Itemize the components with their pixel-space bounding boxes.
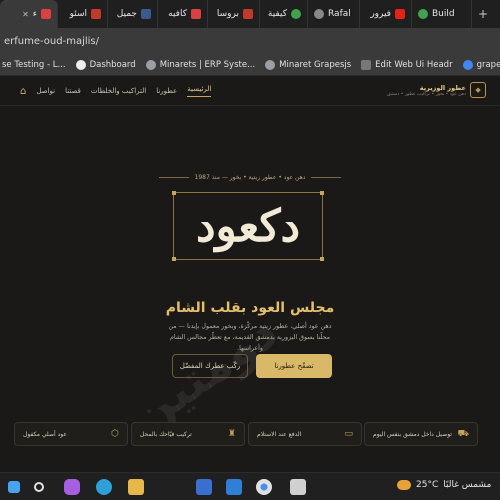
bookmark-item[interactable]: se Testing - L... <box>2 60 66 70</box>
tab-label: كيفية <box>267 9 287 19</box>
browser-tab-active[interactable]: ء ✕ <box>0 0 58 28</box>
globe-icon <box>145 59 156 70</box>
weather-temp: 25°C <box>416 480 439 490</box>
bookmark-item[interactable]: grapesjs - بحث Goo <box>462 59 500 70</box>
github-icon <box>75 59 86 70</box>
feature-delivery: ⛟ توصيل داخل دمشق بنفس اليوم <box>364 422 478 446</box>
money-icon: ▭ <box>344 429 353 439</box>
nav-link-story[interactable]: قصتنا <box>65 87 81 95</box>
feature-label: تركيب فيّاحك بالمحل <box>140 430 192 438</box>
bookmark-item[interactable]: Minaret Grapesjs <box>265 59 352 70</box>
copilot-icon[interactable] <box>64 479 80 495</box>
brand-logo-icon: ◆ <box>470 82 486 98</box>
browser-tab[interactable]: جميل <box>108 0 158 28</box>
badge-icon: ⬡ <box>111 429 119 439</box>
truck-icon: ⛟ <box>457 428 469 439</box>
youtube-icon <box>395 9 405 19</box>
tab-label: كافيه <box>168 9 187 19</box>
dot-icon <box>418 9 428 19</box>
browser-tab[interactable]: Build <box>412 0 472 28</box>
tab-label: جميل <box>116 9 137 19</box>
globe-icon <box>265 59 276 70</box>
bookmarks-bar: se Testing - L... Dashboard Minarets | E… <box>0 54 500 76</box>
windows-icon[interactable] <box>8 481 20 493</box>
feature-label: توصيل داخل دمشق بنفس اليوم <box>373 430 452 438</box>
bottle-icon: ♜ <box>227 429 236 439</box>
browser-tab[interactable]: فيرور <box>360 0 412 28</box>
search-icon[interactable] <box>34 482 44 492</box>
browser-tab[interactable]: كيفية <box>260 0 308 28</box>
vscode-icon[interactable] <box>226 479 242 495</box>
app-icon[interactable] <box>290 479 306 495</box>
nav-link-blends[interactable]: التراكيب والخلطات <box>91 87 146 95</box>
brand-subtitle: دهن عود • بخور • تراكيب عطور • دمشق <box>387 91 466 97</box>
hero-section: دهن عود • عطور زيتية • بخور — منذ 1987 د… <box>0 106 500 445</box>
tab-label: ء <box>32 9 37 19</box>
brand-title: عطور الوزيرية <box>419 83 466 92</box>
windows-taskbar: 25°C مشمس غالبًا <box>0 472 500 500</box>
new-tab-button[interactable]: + <box>472 0 494 28</box>
feature-authentic: ⬡ عود أصلي مكفول <box>14 422 128 446</box>
hero-logotype: دكعود <box>195 200 302 252</box>
url-text[interactable]: erfume-oud-majlis/ <box>4 36 99 47</box>
browse-perfumes-button[interactable]: تصفّح عطورنا <box>256 354 332 378</box>
home-icon[interactable]: ⌂ <box>20 86 26 97</box>
user-icon <box>314 9 324 19</box>
page-icon <box>361 59 372 70</box>
web-page: ◆ عطور الوزيرية دهن عود • بخور • تراكيب … <box>0 76 500 472</box>
compose-perfume-button[interactable]: ركّب عطرك المفضّل <box>172 354 248 378</box>
feature-cash-on-delivery: ▭ الدفع عند الاستلام <box>248 422 362 446</box>
site-navbar: ◆ عطور الوزيرية دهن عود • بخور • تراكيب … <box>0 76 500 106</box>
globe-icon <box>291 9 301 19</box>
tab-label: اسئو <box>69 9 87 19</box>
bookmark-item[interactable]: Dashboard <box>75 59 136 70</box>
browser-tab[interactable]: بروسا <box>208 0 260 28</box>
bookmark-label: Minarets | ERP Syste... <box>159 59 256 70</box>
bookmark-item[interactable]: Minarets | ERP Syste... <box>145 59 256 70</box>
bookmark-label: Minaret Grapesjs <box>279 59 352 70</box>
bookmark-label: Dashboard <box>89 59 136 70</box>
browser-tab[interactable]: اسئو <box>58 0 108 28</box>
browser-tab-strip: ء ✕ اسئو جميل كافيه بروسا كيفية Rafal في… <box>0 0 500 28</box>
browser-tab[interactable]: Rafal <box>308 0 360 28</box>
hero-description: دهن عود أصلي، عطور زيتية مركّزة، وبخور م… <box>168 323 332 352</box>
address-bar[interactable]: erfume-oud-majlis/ <box>0 28 500 54</box>
table-icon <box>141 9 151 19</box>
nav-link-home[interactable]: الرئيسية <box>187 85 212 97</box>
rocket-icon <box>191 9 201 19</box>
folder-icon[interactable] <box>128 479 144 495</box>
nav-link-perfumes[interactable]: عطورنا <box>156 87 177 95</box>
weather-sun-icon <box>397 480 411 490</box>
chrome-icon[interactable] <box>256 479 272 495</box>
browser-tab[interactable]: كافيه <box>158 0 208 28</box>
close-icon[interactable]: ✕ <box>22 10 29 19</box>
edge-icon[interactable] <box>96 479 112 495</box>
feature-label: الدفع عند الاستلام <box>257 430 302 438</box>
nav-link-contact[interactable]: تواصل <box>36 87 55 95</box>
feature-blending: ♜ تركيب فيّاحك بالمحل <box>131 422 245 446</box>
site-menu: الرئيسية عطورنا التراكيب والخلطات قصتنا … <box>20 85 212 97</box>
tab-label: بروسا <box>216 9 239 19</box>
feature-label: عود أصلي مكفول <box>23 430 67 438</box>
features-strip: ⛟ توصيل داخل دمشق بنفس اليوم ▭ الدفع عند… <box>0 422 500 450</box>
page-icon <box>91 9 101 19</box>
site-brand[interactable]: ◆ عطور الوزيرية دهن عود • بخور • تراكيب … <box>387 82 486 98</box>
tab-label: Rafal <box>328 9 351 19</box>
tab-label: Build <box>432 9 455 19</box>
store-icon <box>243 9 253 19</box>
tab-label: فيرور <box>370 9 391 19</box>
store-icon[interactable] <box>196 479 212 495</box>
hero-title: مجلس العود بقلب الشام <box>165 300 335 316</box>
bookmark-label: Edit Web Ui Headr <box>375 59 453 70</box>
google-icon <box>462 59 473 70</box>
bookmark-label: se Testing - L... <box>2 59 66 70</box>
bookmark-item[interactable]: Edit Web Ui Headr <box>361 59 453 70</box>
bookmark-label: grapesjs - بحث Goo <box>476 59 500 70</box>
hero-tagline: دهن عود • عطور زيتية • بخور — منذ 1987 <box>0 174 500 181</box>
weather-widget[interactable]: 25°C مشمس غالبًا <box>397 480 491 490</box>
red-icon <box>41 9 51 19</box>
weather-text: مشمس غالبًا <box>443 480 492 490</box>
